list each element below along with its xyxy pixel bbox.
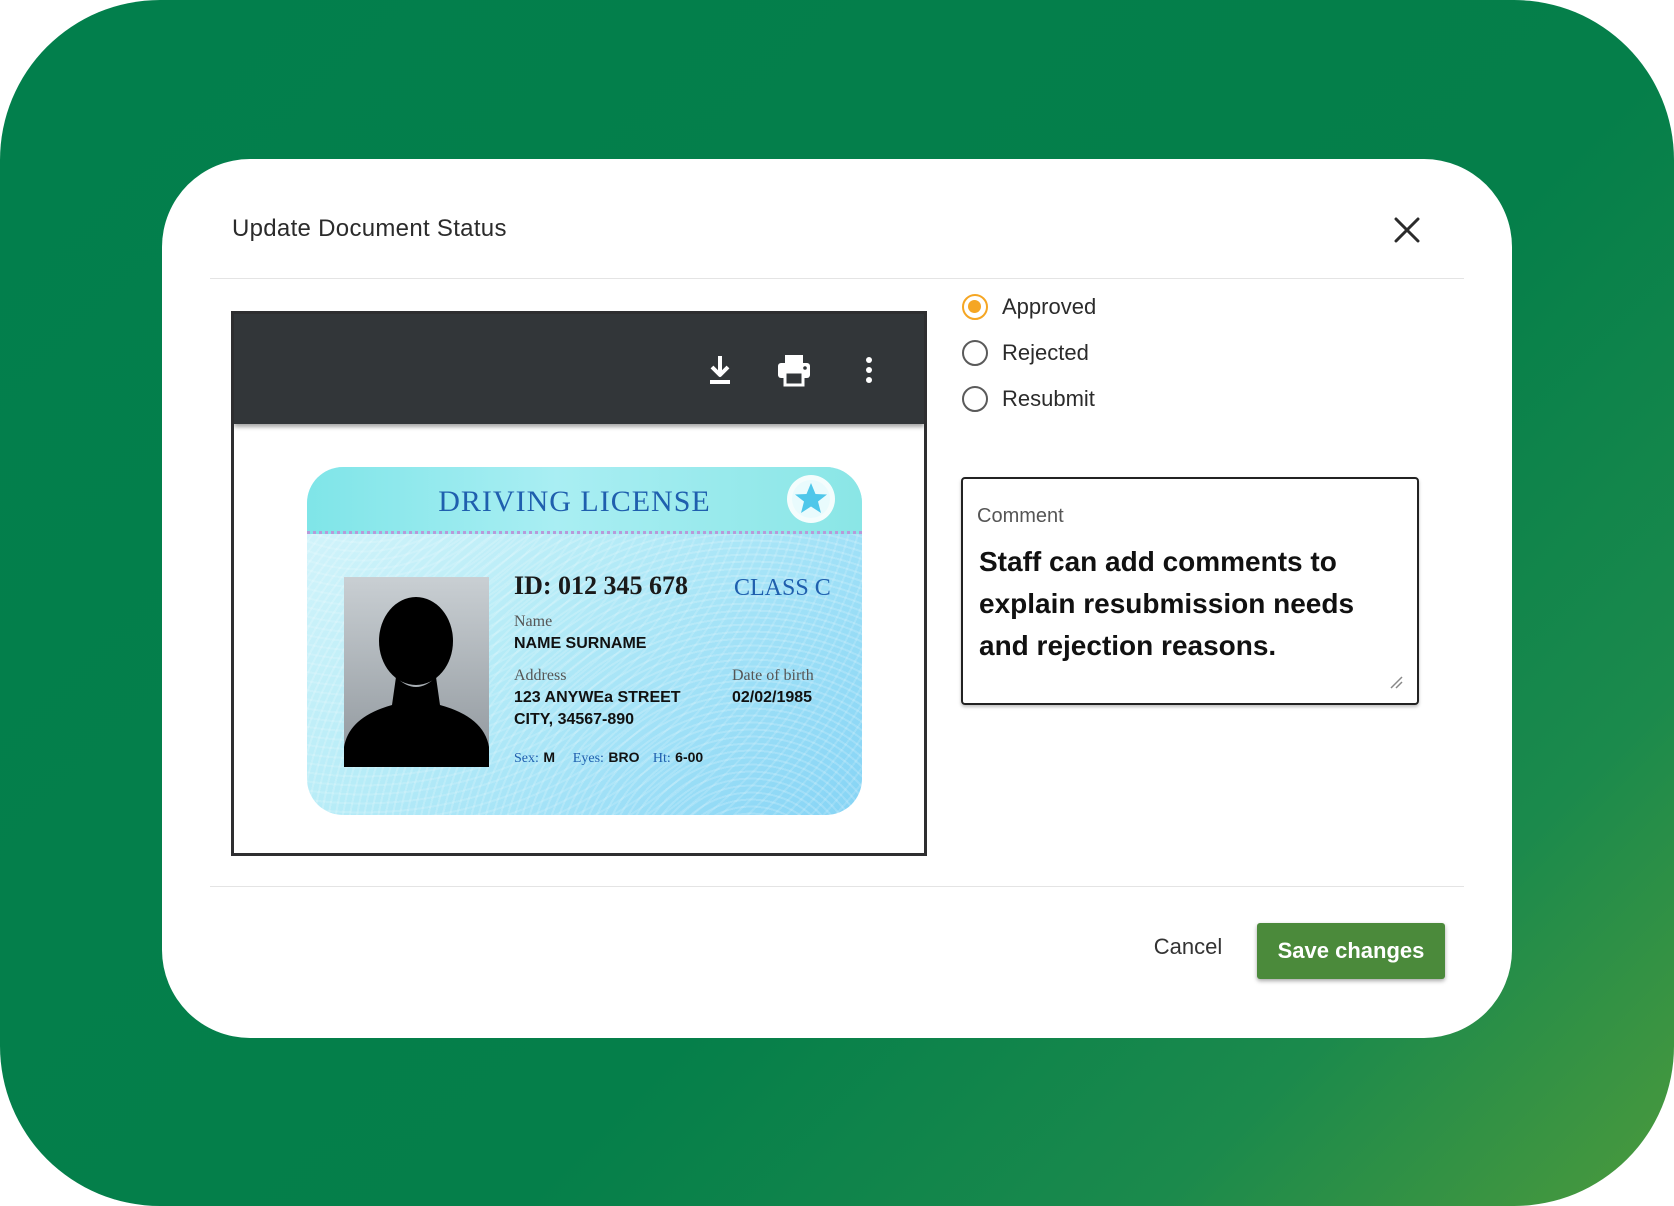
- more-vertical-icon[interactable]: [849, 350, 889, 390]
- radio-approved[interactable]: Approved: [962, 289, 1096, 325]
- radio-resubmit[interactable]: Resubmit: [962, 381, 1095, 417]
- license-photo: [344, 577, 489, 767]
- address-line2: CITY, 34567-890: [514, 711, 635, 728]
- license-header: DRIVING LICENSE: [307, 467, 862, 534]
- viewer-toolbar: [234, 314, 924, 424]
- close-icon[interactable]: [1390, 213, 1424, 247]
- radio-rejected[interactable]: Rejected: [962, 335, 1089, 371]
- cancel-button[interactable]: Cancel: [1138, 926, 1238, 968]
- dob-label: Date of birth: [732, 667, 814, 684]
- name-value: NAME SURNAME: [514, 635, 647, 652]
- comment-textarea[interactable]: Staff can add comments to explain resubm…: [979, 541, 1399, 667]
- radio-approved-indicator[interactable]: [962, 294, 988, 320]
- address-line1: 123 ANYWEa STREET: [514, 689, 681, 706]
- save-changes-button[interactable]: Save changes: [1257, 923, 1445, 979]
- radio-rejected-label: Rejected: [1002, 340, 1089, 365]
- document-viewer[interactable]: DRIVING LICENSE ID: 012 345 678 CLASS C …: [231, 311, 927, 856]
- comment-field[interactable]: Comment Staff can add comments to explai…: [961, 477, 1419, 705]
- download-icon[interactable]: [700, 350, 740, 390]
- radio-resubmit-indicator[interactable]: [962, 386, 988, 412]
- radio-resubmit-label: Resubmit: [1002, 386, 1095, 411]
- physical-details: Sex: M Eyes: BRO Ht: 6-00: [514, 749, 703, 767]
- license-class: CLASS C: [734, 575, 831, 601]
- radio-approved-label: Approved: [1002, 294, 1097, 319]
- resize-handle-icon[interactable]: [1389, 675, 1403, 689]
- eyes-label: Eyes:: [572, 751, 604, 766]
- person-silhouette-icon: [344, 597, 489, 767]
- page-background: Update Document Status DRIVING LICENSE I…: [0, 0, 1674, 1206]
- header-divider: [210, 278, 1464, 279]
- footer-divider: [210, 886, 1464, 887]
- license-id: ID: 012 345 678: [514, 571, 689, 600]
- address-label: Address: [514, 667, 567, 684]
- comment-label: Comment: [977, 505, 1064, 527]
- update-status-dialog: Update Document Status DRIVING LICENSE I…: [162, 159, 1512, 1038]
- eyes-value: BRO: [608, 749, 640, 765]
- name-label: Name: [514, 613, 553, 630]
- sex-value: M: [543, 749, 556, 765]
- height-label: Ht:: [652, 751, 671, 766]
- license-title: DRIVING LICENSE: [438, 485, 711, 518]
- star-badge-icon: [785, 473, 837, 525]
- height-value: 6-00: [675, 749, 704, 765]
- radio-rejected-indicator[interactable]: [962, 340, 988, 366]
- sex-label: Sex:: [514, 751, 539, 766]
- dob-value: 02/02/1985: [732, 689, 813, 706]
- driving-license-card: DRIVING LICENSE ID: 012 345 678 CLASS C …: [307, 467, 862, 815]
- printer-icon[interactable]: [774, 350, 814, 390]
- dialog-title: Update Document Status: [232, 215, 507, 242]
